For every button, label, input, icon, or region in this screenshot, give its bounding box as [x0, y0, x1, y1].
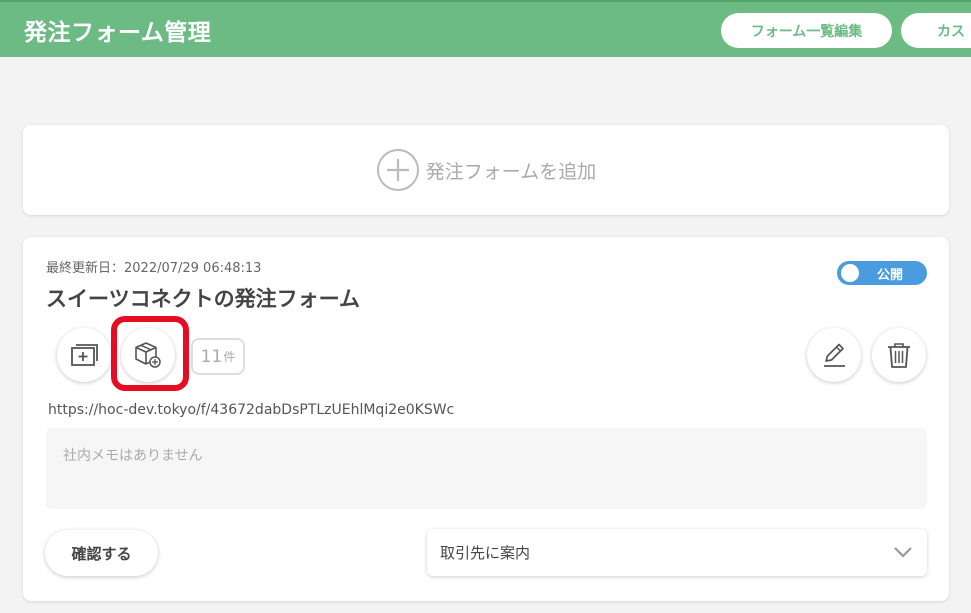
- delete-form-button[interactable]: [872, 328, 926, 382]
- product-count-unit: 件: [223, 350, 236, 364]
- add-order-form-label: 発注フォームを追加: [425, 160, 597, 183]
- edit-form-button[interactable]: [807, 328, 861, 382]
- product-count-badge: 11 件: [191, 338, 245, 375]
- copy-form-button[interactable]: [57, 328, 111, 382]
- add-product-button[interactable]: [121, 328, 175, 382]
- copy-add-icon: [71, 344, 98, 366]
- edit-form-list-button[interactable]: フォーム一覧編集: [721, 13, 892, 48]
- order-form-card: 最終更新日：2022/07/29 06:48:13 スイーツコネクトの発注フォー…: [23, 237, 949, 601]
- plus-circle-icon: [376, 149, 419, 191]
- confirm-button[interactable]: 確認する: [45, 530, 158, 576]
- publish-toggle[interactable]: 公開: [837, 261, 927, 285]
- form-title: スイーツコネクトの発注フォーム: [46, 287, 360, 311]
- form-url[interactable]: https://hoc-dev.tokyo/f/43672dabDsPTLzUE…: [48, 402, 454, 418]
- pencil-icon: [824, 343, 845, 367]
- add-order-form-button[interactable]: 発注フォームを追加: [23, 125, 949, 215]
- guide-select[interactable]: 取引先に案内: [427, 529, 927, 576]
- toggle-knob: [841, 264, 859, 282]
- customize-button[interactable]: カス: [901, 13, 971, 48]
- publish-status-label: 公開: [877, 267, 904, 283]
- app-header: 発注フォーム管理 フォーム一覧編集 カス: [0, 0, 971, 57]
- chevron-down-icon: [894, 547, 912, 558]
- box-add-icon: [135, 342, 161, 368]
- last-updated-label: 最終更新日：2022/07/29 06:48:13: [46, 261, 262, 276]
- trash-icon: [888, 343, 910, 368]
- product-count: 11: [200, 346, 223, 367]
- guide-select-value: 取引先に案内: [440, 544, 531, 562]
- page-title: 発注フォーム管理: [24, 20, 212, 46]
- internal-memo[interactable]: 社内メモはありません: [46, 428, 927, 509]
